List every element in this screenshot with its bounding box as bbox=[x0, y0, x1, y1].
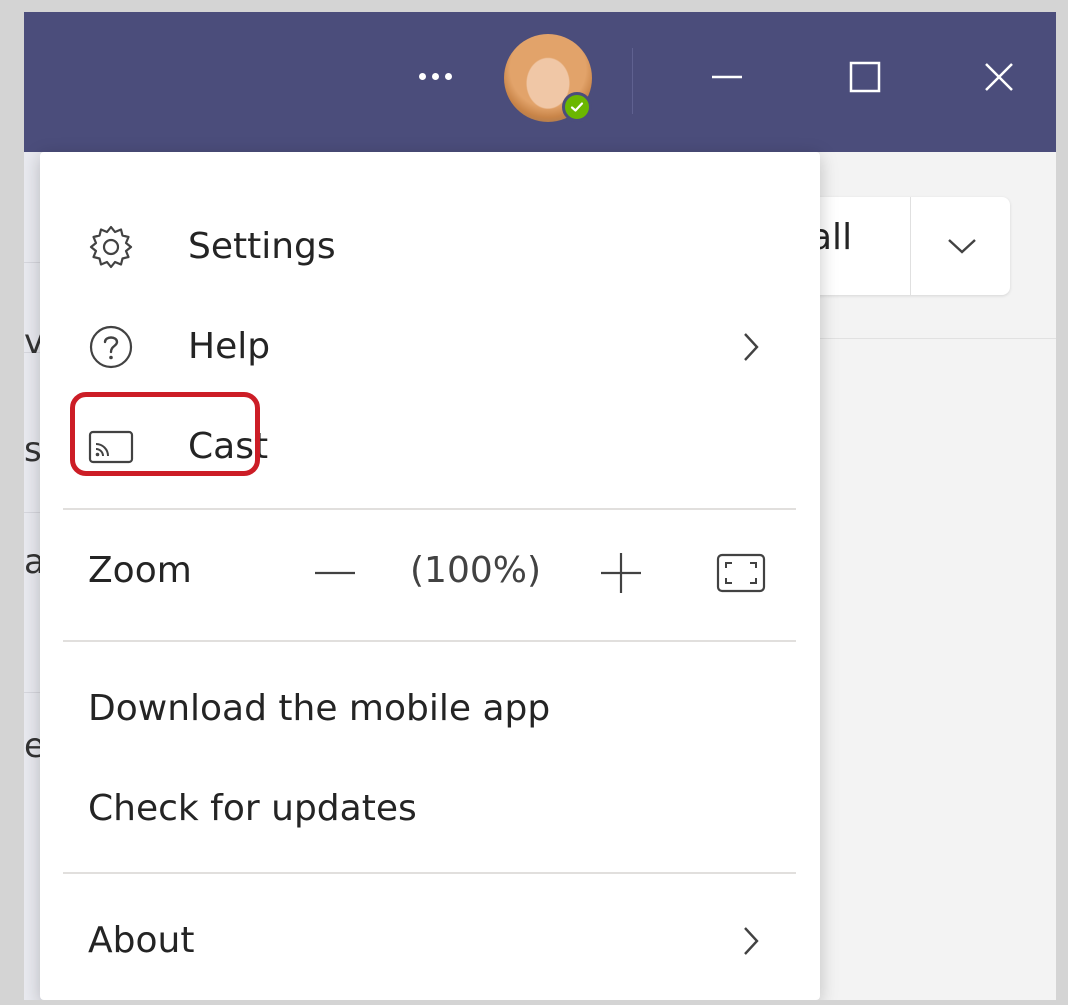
presence-available-icon bbox=[562, 92, 592, 122]
menu-item-label: Check for updates bbox=[88, 788, 417, 829]
zoom-level: (100%) bbox=[410, 550, 542, 591]
content-divider bbox=[820, 338, 1056, 339]
zoom-out-button[interactable] bbox=[310, 548, 360, 598]
menu-item-check-for-updates[interactable]: Check for updates bbox=[40, 764, 820, 854]
minimize-button[interactable] bbox=[692, 42, 762, 112]
menu-item-label: Help bbox=[188, 326, 271, 367]
zoom-in-icon bbox=[601, 553, 641, 593]
maximize-icon bbox=[849, 61, 881, 93]
minimize-icon bbox=[712, 75, 742, 79]
strip-char: s bbox=[24, 430, 40, 470]
strip-char: a bbox=[24, 542, 40, 582]
zoom-row: Zoom (100%) bbox=[40, 522, 820, 622]
cast-highlight-annotation bbox=[70, 392, 260, 476]
maximize-button[interactable] bbox=[830, 42, 900, 112]
close-button[interactable] bbox=[964, 42, 1034, 112]
call-options-button[interactable] bbox=[914, 197, 1010, 295]
menu-item-about[interactable]: About bbox=[40, 896, 820, 986]
full-screen-icon bbox=[716, 553, 766, 593]
title-bar-divider bbox=[632, 48, 633, 114]
chevron-down-icon bbox=[948, 239, 976, 254]
title-bar bbox=[24, 12, 1056, 152]
close-icon bbox=[985, 63, 1013, 91]
full-screen-button[interactable] bbox=[716, 548, 766, 598]
menu-item-settings[interactable]: Settings bbox=[40, 202, 820, 292]
app-window: v s a e all Settings Help Cast Zoom (100… bbox=[24, 12, 1056, 1000]
menu-item-label: Download the mobile app bbox=[88, 688, 551, 729]
menu-divider bbox=[63, 508, 796, 510]
strip-char: v bbox=[24, 322, 40, 362]
zoom-label: Zoom bbox=[88, 550, 192, 591]
call-button-divider bbox=[910, 197, 911, 295]
menu-item-download-mobile-app[interactable]: Download the mobile app bbox=[40, 664, 820, 754]
chevron-right-icon bbox=[732, 328, 770, 366]
menu-item-help[interactable]: Help bbox=[40, 302, 820, 392]
more-options-button[interactable] bbox=[404, 52, 466, 100]
settings-and-more-menu: Settings Help Cast Zoom (100%) Download … bbox=[40, 152, 820, 1000]
strip-char: e bbox=[24, 726, 40, 766]
help-circle-icon bbox=[88, 324, 134, 370]
menu-divider bbox=[63, 872, 796, 874]
zoom-in-button[interactable] bbox=[596, 548, 646, 598]
chevron-right-icon bbox=[732, 922, 770, 960]
menu-item-label: Settings bbox=[188, 226, 336, 267]
menu-item-label: About bbox=[88, 920, 195, 961]
zoom-out-icon bbox=[315, 571, 355, 575]
settings-gear-icon bbox=[88, 224, 134, 270]
menu-divider bbox=[63, 640, 796, 642]
